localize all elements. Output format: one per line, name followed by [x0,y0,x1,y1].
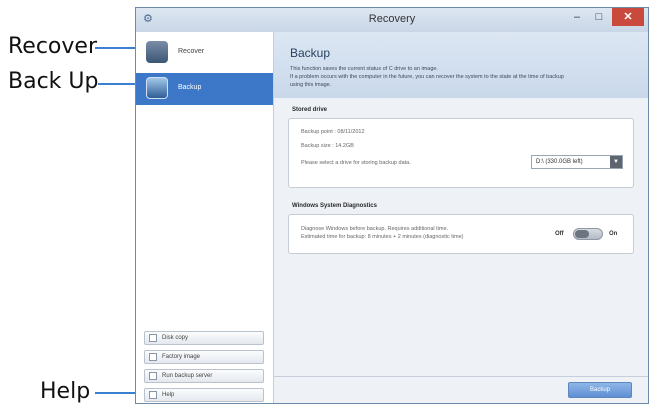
toggle-knob [575,230,589,238]
stored-drive-heading: Stored drive [292,107,328,113]
diagnostics-time-text: Estimated time for backup: 8 minutes + 2… [301,234,464,240]
page-description: If a problem occurs with the computer in… [290,74,564,80]
page-header: Backup This function saves the current s… [274,32,648,98]
main-panel: Backup This function saves the current s… [274,32,648,403]
diagnostics-heading: Windows System Diagnostics [292,203,377,209]
drive-select[interactable]: D:\ (330.0GB left) ▼ [531,155,623,169]
maximize-button[interactable]: □ [588,8,610,26]
diagnostics-panel: Diagnose Windows before backup. Requires… [288,214,634,254]
recover-disk-icon [146,41,168,63]
drive-select-value: D:\ (330.0GB left) [536,159,583,165]
footer: Backup [274,376,648,403]
button-label: Factory image [162,354,201,360]
diagnostics-text: Diagnose Windows before backup. Requires… [301,226,449,232]
start-backup-label: Backup [589,387,610,393]
help-button[interactable]: Help [144,388,264,402]
page-description: This function saves the current status o… [290,66,438,72]
callout-help: Help [40,379,91,404]
drive-prompt-text: Please select a drive for storing backup… [301,160,411,166]
start-backup-button[interactable]: Backup [568,382,632,398]
callout-backup: Back Up [8,69,99,94]
sidebar-item-label: Recover [178,48,205,55]
sidebar-item-backup[interactable]: Backup [136,73,273,105]
factory-image-icon [149,353,157,361]
disk-copy-button[interactable]: Disk copy [144,331,264,345]
backup-size-text: Backup size : 14.2GB [301,143,354,149]
stored-drive-panel: Backup point : 08/11/2012 Backup size : … [288,118,634,188]
help-icon [149,391,157,399]
sidebar: Recover Backup Disk copy Factory image R… [136,32,274,403]
button-label: Disk copy [162,335,189,341]
backup-disk-icon [146,77,168,99]
page-title: Backup [290,46,331,60]
sidebar-item-recover[interactable]: Recover [136,37,273,69]
callout-recover: Recover [8,34,97,59]
sidebar-item-label: Backup [178,84,202,91]
recovery-window: ⚙ Recovery – □ ✕ Recover Backup Disk cop… [135,7,649,404]
close-button[interactable]: ✕ [612,8,644,26]
factory-image-button[interactable]: Factory image [144,350,264,364]
diagnostics-toggle[interactable] [573,228,603,240]
chevron-down-icon[interactable]: ▼ [610,156,622,168]
server-icon [149,372,157,380]
toggle-off-label: Off [555,231,564,237]
run-backup-server-button[interactable]: Run backup server [144,369,264,383]
minimize-button[interactable]: – [566,8,588,26]
title-bar[interactable]: ⚙ Recovery – □ ✕ [136,8,648,33]
disk-copy-icon [149,334,157,342]
button-label: Run backup server [162,373,213,379]
backup-point-text: Backup point : 08/11/2012 [301,129,365,135]
button-label: Help [162,392,175,398]
toggle-on-label: On [609,231,618,237]
page-description: using this image. [290,82,332,88]
